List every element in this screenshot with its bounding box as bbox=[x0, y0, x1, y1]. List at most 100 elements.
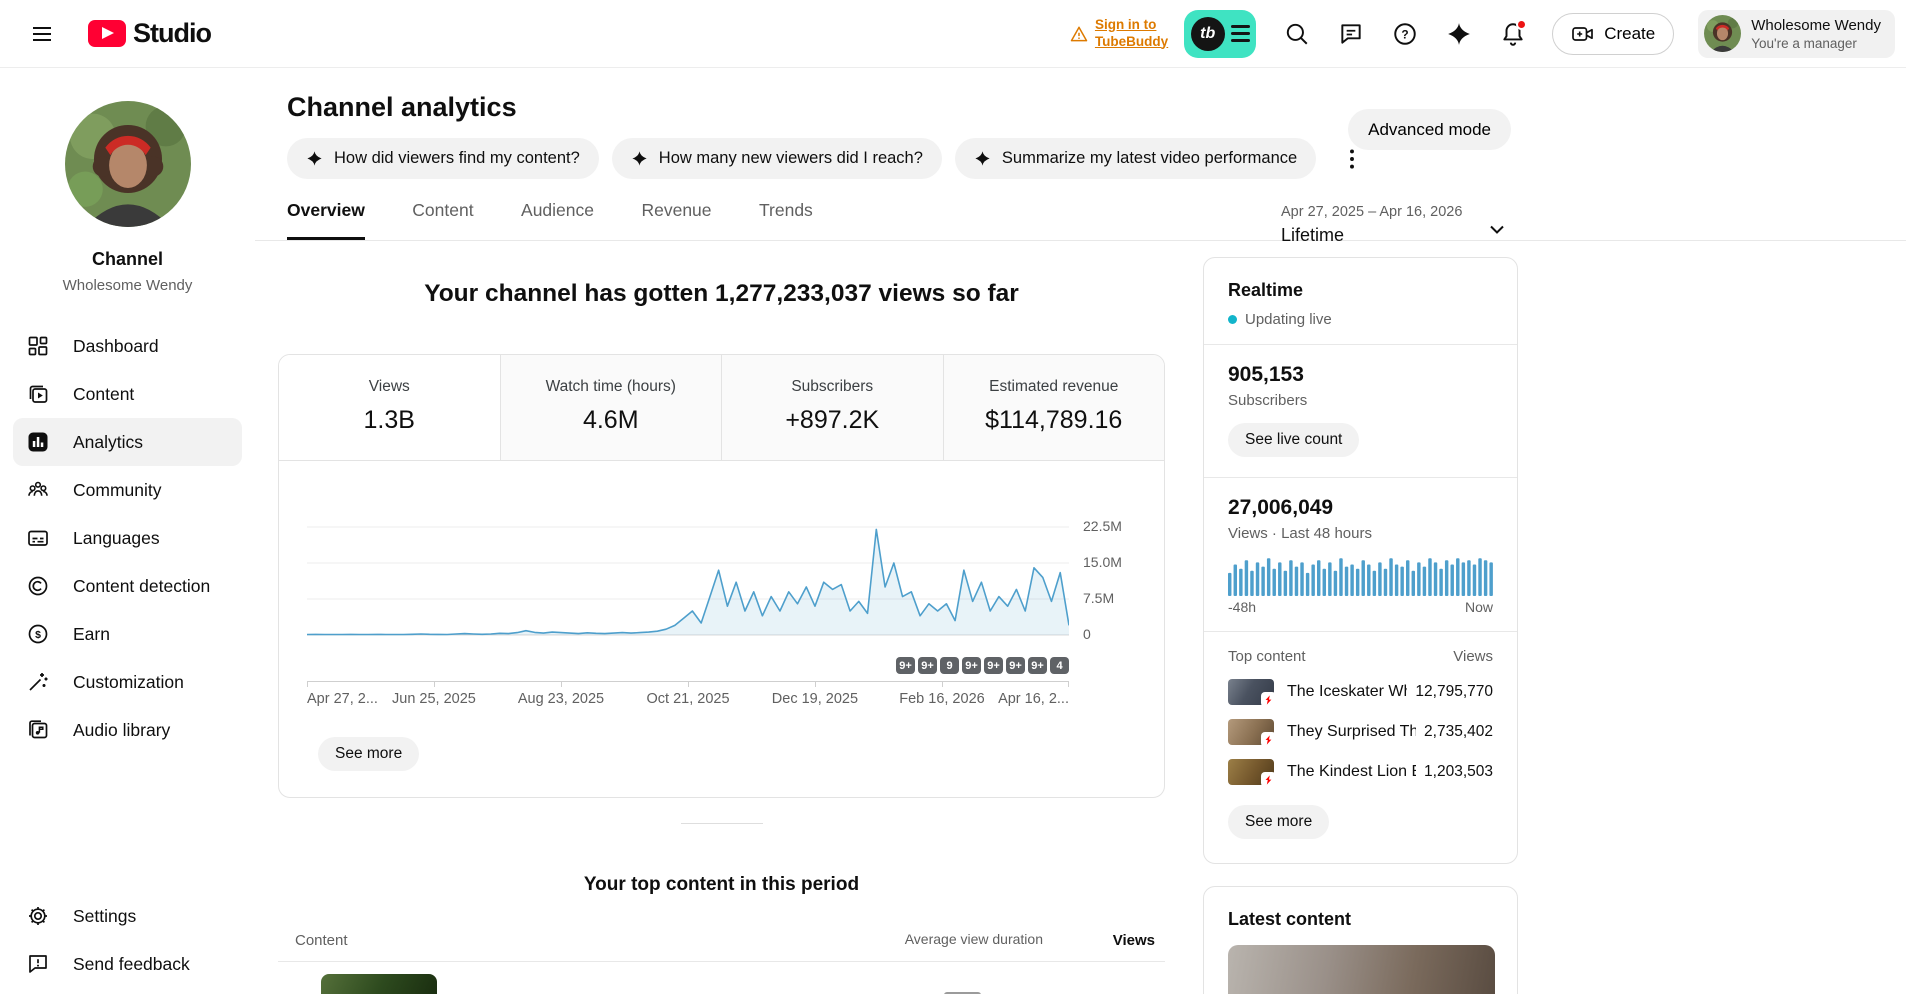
metric-tab-watch-time[interactable]: Watch time (hours) 4.6M bbox=[500, 355, 722, 460]
magic-wand-icon bbox=[26, 670, 50, 694]
chip-label: How did viewers find my content? bbox=[334, 149, 580, 167]
sidebar-item-community[interactable]: Community bbox=[0, 466, 255, 514]
sparkle-icon bbox=[974, 150, 991, 167]
views-value: 12,795,770 bbox=[1415, 683, 1493, 700]
advanced-mode-button[interactable]: Advanced mode bbox=[1348, 109, 1511, 150]
list-item[interactable]: The Iceskater Who ... 12,795,770 bbox=[1228, 679, 1493, 707]
sidebar-item-analytics[interactable]: Analytics bbox=[13, 418, 242, 466]
x-axis-label: Dec 19, 2025 bbox=[771, 691, 859, 707]
column-avg-view-duration[interactable]: Average view duration bbox=[893, 930, 1043, 949]
sparkle-icon bbox=[631, 150, 648, 167]
event-badge[interactable]: 9+ bbox=[918, 657, 937, 674]
tab-revenue[interactable]: Revenue bbox=[641, 200, 711, 237]
list-item[interactable]: They Surprised Their ... 2,735,402 bbox=[1228, 719, 1493, 747]
more-options-kebab-icon[interactable] bbox=[1339, 146, 1365, 172]
column-content[interactable]: Content bbox=[295, 932, 348, 949]
metric-tab-estimated-revenue[interactable]: Estimated revenue $114,789.16 bbox=[943, 355, 1164, 460]
top-content-table-header: Content Average view duration Views bbox=[278, 930, 1165, 962]
sidebar-item-earn[interactable]: $ Earn bbox=[0, 610, 255, 658]
video-title: The Kindest Lion Eve... bbox=[1287, 763, 1416, 780]
video-thumbnail[interactable] bbox=[321, 973, 437, 994]
overview-column: Your channel has gotten 1,277,233,037 vi… bbox=[278, 241, 1165, 994]
see-live-count-button[interactable]: See live count bbox=[1228, 423, 1360, 457]
tubebuddy-signin-link[interactable]: Sign in to TubeBuddy bbox=[1069, 17, 1168, 51]
ai-suggestion-chips: How did viewers find my content? How man… bbox=[287, 138, 1906, 179]
notifications-bell-icon[interactable] bbox=[1500, 18, 1528, 47]
see-more-button[interactable]: See more bbox=[318, 737, 420, 771]
realtime-views-count: 27,006,049 bbox=[1228, 496, 1334, 519]
tubebuddy-toolbar-button[interactable]: tb bbox=[1184, 9, 1257, 58]
help-icon[interactable]: ? bbox=[1392, 21, 1418, 47]
search-icon[interactable] bbox=[1284, 21, 1310, 47]
latest-video-thumbnail[interactable] bbox=[1228, 945, 1495, 994]
live-dot bbox=[1228, 315, 1237, 324]
video-thumbnail bbox=[1228, 759, 1276, 787]
content-icon bbox=[26, 382, 50, 406]
page-title: Channel analytics bbox=[287, 92, 517, 122]
event-badge[interactable]: 9+ bbox=[1006, 657, 1025, 674]
tubebuddy-logo-icon: tb bbox=[1190, 16, 1225, 51]
x-axis-label: Apr 27, 2... bbox=[307, 691, 378, 707]
video-thumbnail bbox=[1228, 719, 1276, 747]
metric-tab-views[interactable]: Views 1.3B bbox=[279, 355, 501, 460]
metric-tab-subscribers[interactable]: Subscribers +897.2K bbox=[722, 355, 944, 460]
sidebar-item-settings[interactable]: Settings bbox=[0, 892, 255, 940]
right-panel: Realtime Updating live 905,153 Subscribe… bbox=[1203, 241, 1518, 994]
metric-value: $114,789.16 bbox=[985, 406, 1123, 434]
sidebar-item-label: Customization bbox=[73, 671, 184, 692]
event-badge[interactable]: 9+ bbox=[896, 657, 915, 674]
video-title: They Surprised Their ... bbox=[1287, 723, 1417, 740]
sidebar-item-send-feedback[interactable]: Send feedback bbox=[0, 940, 255, 988]
channel-avatar[interactable] bbox=[64, 101, 191, 227]
dollar-icon: $ bbox=[26, 622, 50, 646]
sidebar-item-content-detection[interactable]: Content detection bbox=[0, 562, 255, 610]
chip-how-viewers-found[interactable]: How did viewers find my content? bbox=[287, 138, 599, 179]
realtime-bar-chart bbox=[1228, 554, 1493, 596]
profile-name: Wholesome Wendy bbox=[1751, 16, 1881, 34]
main-menu-icon[interactable] bbox=[30, 22, 54, 46]
column-views[interactable]: Views bbox=[1043, 932, 1155, 949]
table-row[interactable]: 1 Best Brother Ever ❤️ 0:28 (118.0%) 98,… bbox=[278, 962, 1165, 994]
x-axis-label: Jun 25, 2025 bbox=[392, 691, 476, 707]
sidebar-item-audio-library[interactable]: Audio library bbox=[0, 706, 255, 754]
sidebar-item-label: Content bbox=[73, 383, 135, 404]
chip-summarize-performance[interactable]: Summarize my latest video performance bbox=[954, 138, 1317, 179]
tab-overview[interactable]: Overview bbox=[287, 200, 365, 240]
chip-new-viewers[interactable]: How many new viewers did I reach? bbox=[611, 138, 942, 179]
event-badge[interactable]: 9+ bbox=[1028, 657, 1047, 674]
see-more-button[interactable]: See more bbox=[1228, 805, 1330, 839]
list-item[interactable]: The Kindest Lion Eve... 1,203,503 bbox=[1228, 759, 1493, 787]
account-chip[interactable]: Wholesome Wendy You're a manager bbox=[1698, 9, 1895, 58]
sidebar-item-languages[interactable]: Languages bbox=[0, 514, 255, 562]
sidebar-item-label: Dashboard bbox=[73, 335, 159, 356]
event-badge[interactable]: 9+ bbox=[962, 657, 981, 674]
svg-text:?: ? bbox=[1402, 27, 1409, 41]
sparkle-icon[interactable] bbox=[1446, 21, 1472, 47]
sidebar-item-content[interactable]: Content bbox=[0, 370, 255, 418]
studio-wordmark: Studio bbox=[133, 18, 212, 48]
bar-axis-left: -48h bbox=[1228, 599, 1257, 615]
tab-content[interactable]: Content bbox=[412, 200, 473, 237]
tab-audience[interactable]: Audience bbox=[521, 200, 594, 237]
languages-icon bbox=[26, 526, 50, 550]
sidebar-item-customization[interactable]: Customization bbox=[0, 658, 255, 706]
tab-trends[interactable]: Trends bbox=[759, 200, 813, 237]
divider bbox=[1204, 344, 1517, 345]
sidebar-item-dashboard[interactable]: Dashboard bbox=[0, 322, 255, 370]
top-content-label: Top content bbox=[1228, 648, 1306, 665]
sidebar-item-label: Earn bbox=[73, 623, 110, 644]
top-content-title: Your top content in this period bbox=[583, 874, 860, 895]
y-axis-tick: 0 bbox=[1083, 626, 1091, 642]
metric-label: Estimated revenue bbox=[989, 378, 1119, 395]
create-button[interactable]: Create bbox=[1552, 12, 1675, 55]
event-badge[interactable]: 4 bbox=[1050, 657, 1069, 674]
event-badge[interactable]: 9 bbox=[940, 657, 959, 674]
event-badge[interactable]: 9+ bbox=[984, 657, 1003, 674]
youtube-studio-logo[interactable]: Studio bbox=[88, 18, 212, 49]
metric-value: +897.2K bbox=[785, 406, 880, 434]
bar-axis-right: Now bbox=[1464, 599, 1493, 615]
metric-value: 4.6M bbox=[582, 406, 639, 434]
avatar bbox=[1704, 15, 1742, 52]
date-range-picker[interactable]: Apr 27, 2025 – Apr 16, 2026 Lifetime bbox=[1281, 204, 1509, 246]
messages-icon[interactable] bbox=[1338, 21, 1364, 47]
